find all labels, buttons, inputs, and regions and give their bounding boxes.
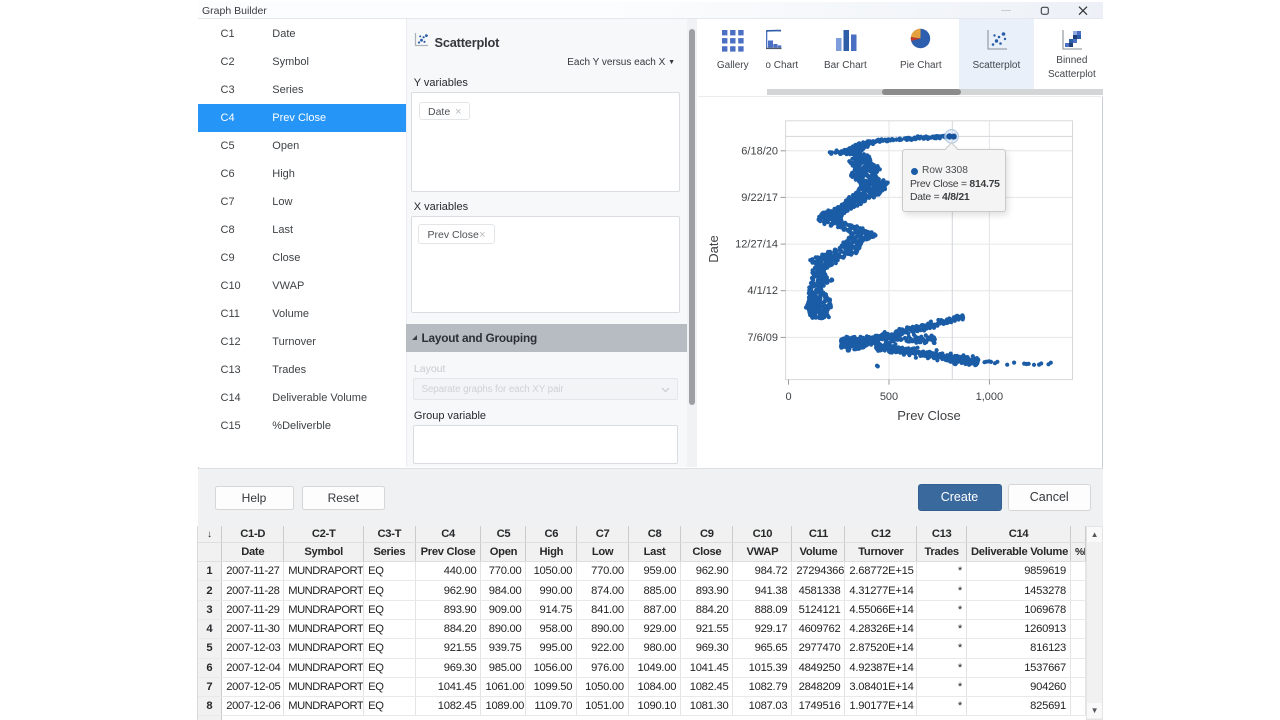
svg-text:0: 0 bbox=[785, 391, 791, 403]
svg-text:Prev Close: Prev Close bbox=[897, 408, 961, 423]
svg-text:1,000: 1,000 bbox=[976, 391, 1004, 403]
svg-text:7/6/09: 7/6/09 bbox=[747, 332, 778, 344]
svg-text:12/27/14: 12/27/14 bbox=[735, 239, 778, 251]
svg-text:9/22/17: 9/22/17 bbox=[741, 192, 778, 204]
svg-text:500: 500 bbox=[880, 391, 898, 403]
svg-text:6/18/20: 6/18/20 bbox=[741, 145, 778, 157]
svg-text:Date: Date bbox=[706, 235, 721, 262]
svg-text:4/1/12: 4/1/12 bbox=[747, 285, 778, 297]
